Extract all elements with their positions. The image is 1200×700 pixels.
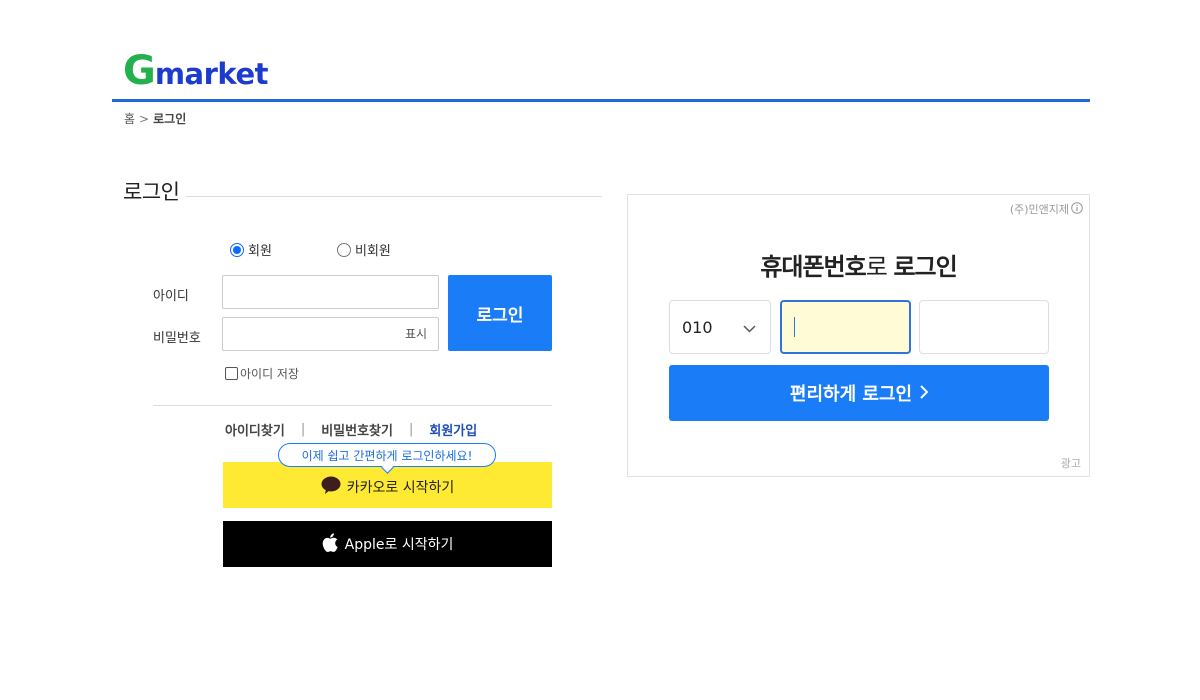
phone-prefix-value: 010	[682, 317, 713, 337]
ad-headline: 휴대폰번호로 로그인	[628, 247, 1089, 282]
ad-label: 광고	[1060, 457, 1081, 470]
phone-prefix-select[interactable]: 010	[669, 300, 771, 354]
info-icon[interactable]	[1071, 201, 1083, 217]
headline-login: 로그인	[893, 253, 957, 281]
speech-bubble-icon	[321, 476, 341, 498]
chevron-right-icon	[920, 383, 929, 404]
account-links: 아이디찾기 | 비밀번호찾기 | 회원가입	[225, 420, 477, 439]
radio-member-button[interactable]	[230, 242, 244, 257]
breadcrumb-home[interactable]: 홈	[124, 110, 135, 127]
apple-login-button[interactable]: Apple로 시작하기	[223, 521, 552, 567]
apple-icon	[322, 532, 338, 556]
radio-non-member[interactable]: 비회원	[337, 240, 391, 259]
login-button[interactable]: 로그인	[448, 275, 552, 351]
radio-member-label: 회원	[248, 244, 272, 259]
easy-login-tooltip: 이제 쉽고 간편하게 로그인하세요!	[278, 443, 496, 467]
breadcrumb-current: 로그인	[153, 112, 187, 126]
logo-text: market	[154, 56, 269, 91]
breadcrumb-separator: >	[139, 111, 150, 126]
headline-connector: 로	[865, 253, 894, 281]
link-separator: |	[300, 422, 306, 437]
save-id-checkbox[interactable]	[225, 367, 238, 380]
find-id-link[interactable]: 아이디찾기	[225, 420, 285, 439]
find-password-link[interactable]: 비밀번호찾기	[321, 420, 393, 439]
phone-middle-input[interactable]	[780, 300, 911, 354]
id-input[interactable]	[222, 275, 439, 309]
radio-member[interactable]: 회원	[230, 240, 272, 259]
link-separator: |	[408, 422, 414, 437]
ad-advertiser[interactable]: (주)민앤지제	[1010, 201, 1083, 217]
phone-login-ad: (주)민앤지제 휴대폰번호로 로그인 010 편리하게 로그인 광고	[627, 194, 1090, 477]
show-password-toggle[interactable]: 표시	[405, 325, 427, 342]
page-title: 로그인	[123, 180, 180, 204]
id-label: 아이디	[153, 289, 189, 304]
advertiser-name: (주)민앤지제	[1009, 203, 1069, 216]
links-divider	[153, 405, 552, 406]
header-divider	[112, 99, 1090, 102]
headline-phone: 휴대폰번호	[760, 253, 866, 281]
easy-login-label: 편리하게 로그인	[789, 384, 913, 405]
save-id-label: 아이디 저장	[240, 367, 300, 381]
gmarket-logo[interactable]: G market	[123, 48, 269, 94]
phone-last-input[interactable]	[919, 300, 1049, 354]
save-id-option[interactable]: 아이디 저장	[225, 365, 299, 382]
breadcrumb: 홈 > 로그인	[124, 110, 186, 127]
radio-non-member-label: 비회원	[355, 244, 391, 259]
apple-login-label: Apple로 시작하기	[344, 537, 454, 553]
kakao-login-label: 카카오로 시작하기	[346, 480, 455, 496]
chevron-down-icon	[743, 318, 756, 337]
text-caret	[794, 317, 795, 337]
signup-link[interactable]: 회원가입	[429, 420, 477, 439]
password-label: 비밀번호	[153, 331, 201, 346]
easy-login-button[interactable]: 편리하게 로그인	[669, 365, 1049, 421]
title-divider	[186, 196, 602, 197]
radio-non-member-button[interactable]	[337, 242, 351, 257]
logo-g: G	[123, 48, 156, 94]
